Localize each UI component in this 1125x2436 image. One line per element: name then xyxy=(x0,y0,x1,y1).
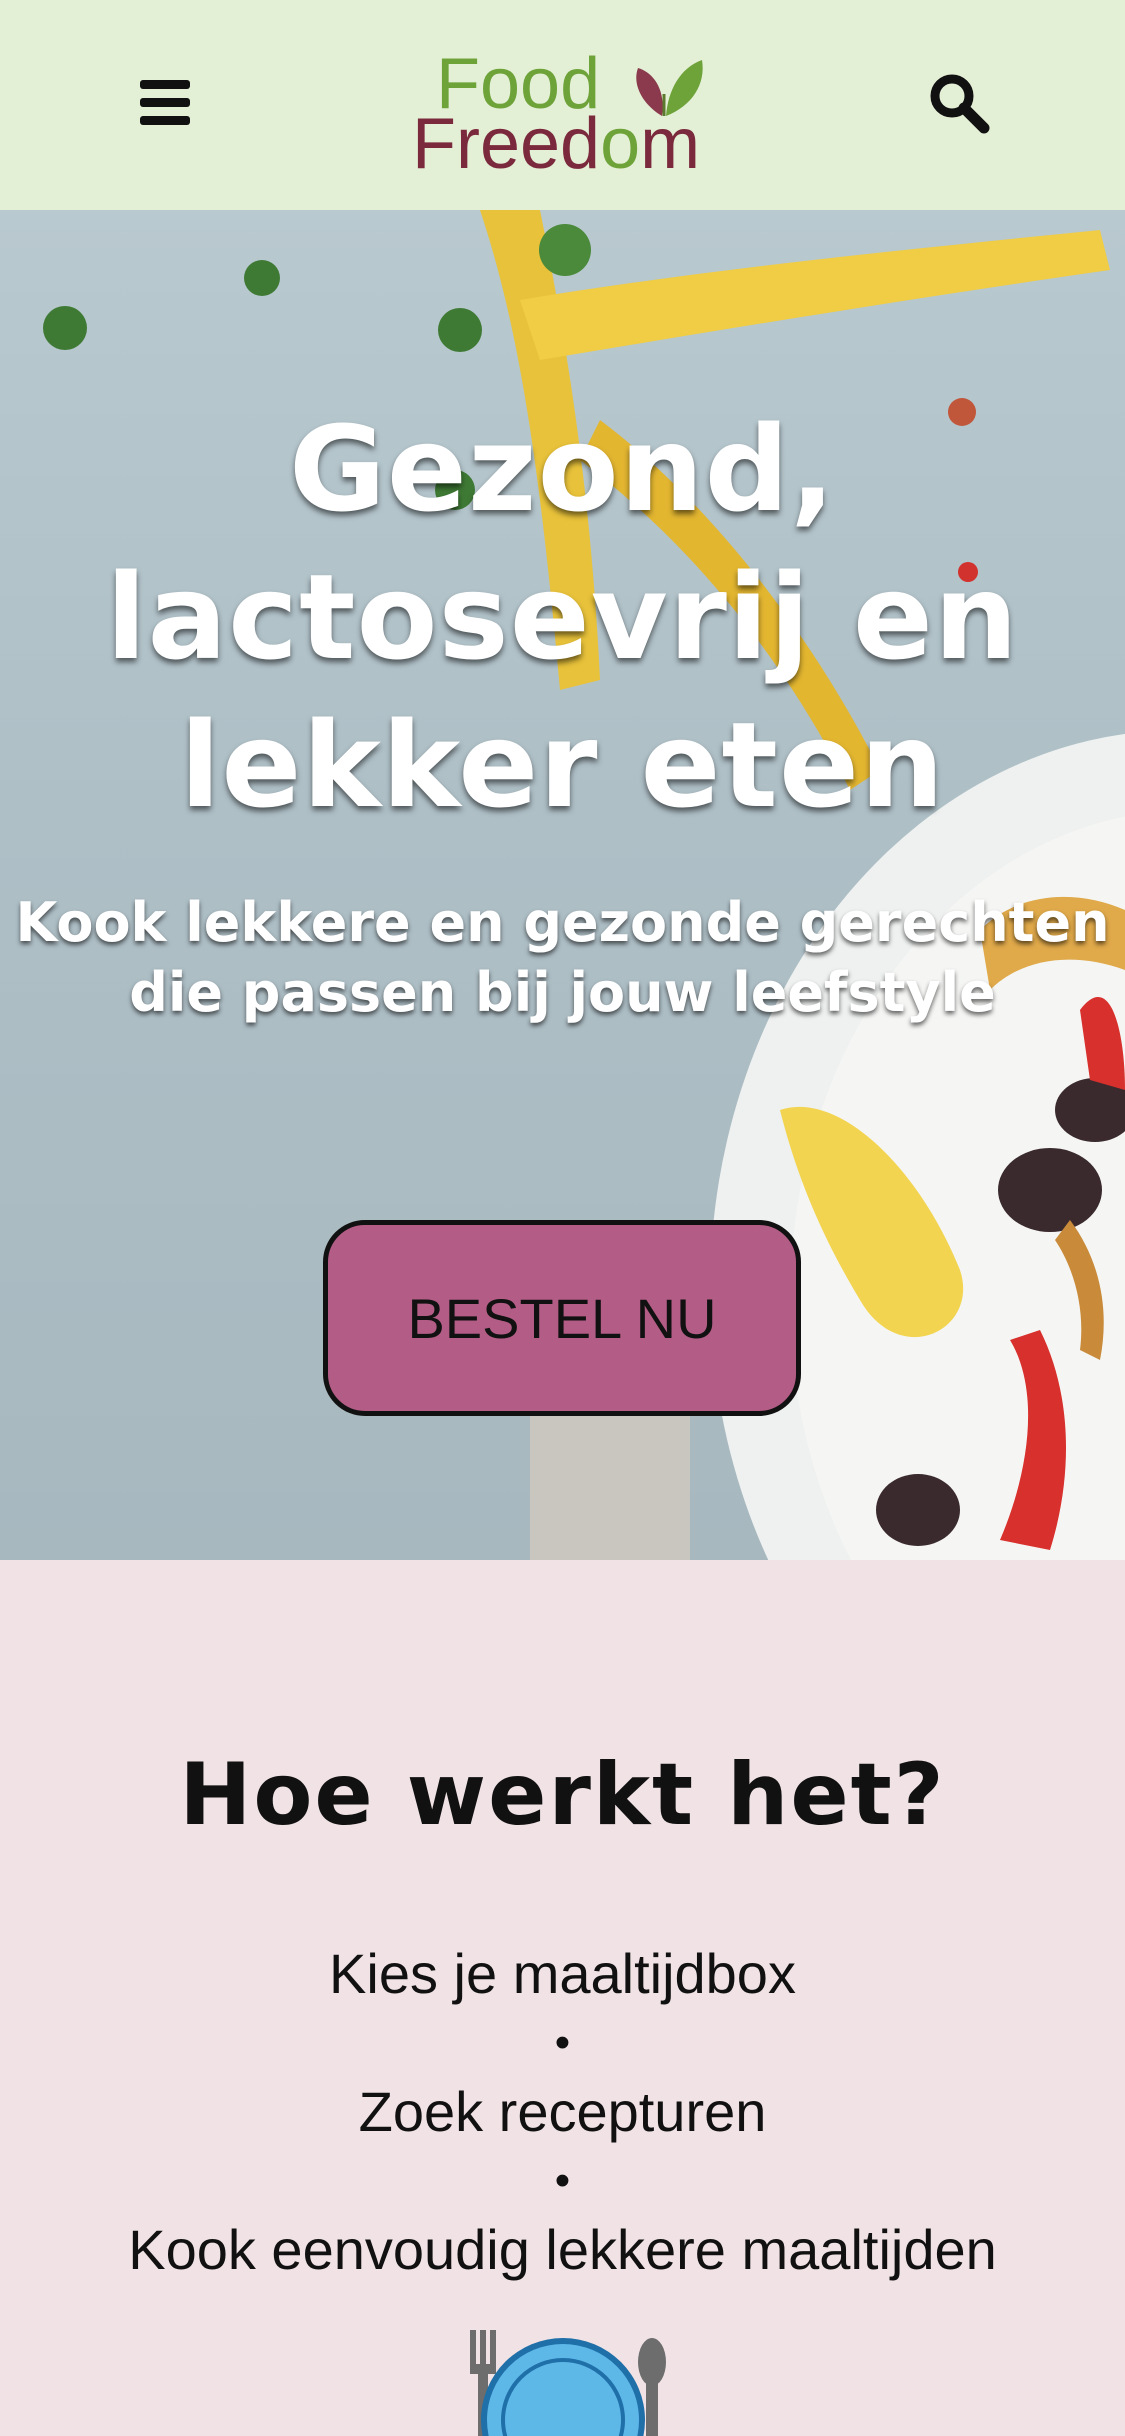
hero-title-line: lekker eten xyxy=(179,696,946,834)
food-freedom-logo[interactable]: Food Freedom xyxy=(410,40,730,180)
order-now-button[interactable]: BESTEL NU xyxy=(323,1220,801,1416)
hero-subtitle-line: Kook lekkere en gezonde gerechten xyxy=(15,891,1110,954)
steps-list: Kies je maaltijdbox • Zoek recepturen • … xyxy=(0,1940,1125,2284)
hero-subtitle: Kook lekkere en gezonde gerechten die pa… xyxy=(0,888,1125,1028)
hero-section: Gezond, lactosevrij en lekker eten Kook … xyxy=(0,210,1125,1560)
hero-subtitle-line: die passen bij jouw leefstyle xyxy=(129,961,996,1024)
step-item: Kies je maaltijdbox xyxy=(329,1942,796,2005)
how-it-works-title: Hoe werkt het? xyxy=(179,1745,946,1845)
step-separator: • xyxy=(554,2018,571,2067)
hero-title-line: Gezond, xyxy=(289,400,836,538)
hero-title: Gezond, lactosevrij en lekker eten xyxy=(0,395,1125,839)
site-header: Food Freedom xyxy=(0,0,1125,210)
logo-word-freedom: Freedom xyxy=(412,104,701,184)
step-item: Zoek recepturen xyxy=(358,2080,767,2143)
hamburger-menu-icon[interactable] xyxy=(140,80,190,126)
step-item: Kook eenvoudig lekkere maaltijden xyxy=(128,2218,997,2281)
step-separator: • xyxy=(554,2156,571,2205)
search-icon[interactable] xyxy=(928,72,990,134)
hero-title-line: lactosevrij en xyxy=(106,548,1019,686)
plate-cutlery-icon xyxy=(470,2330,666,2436)
